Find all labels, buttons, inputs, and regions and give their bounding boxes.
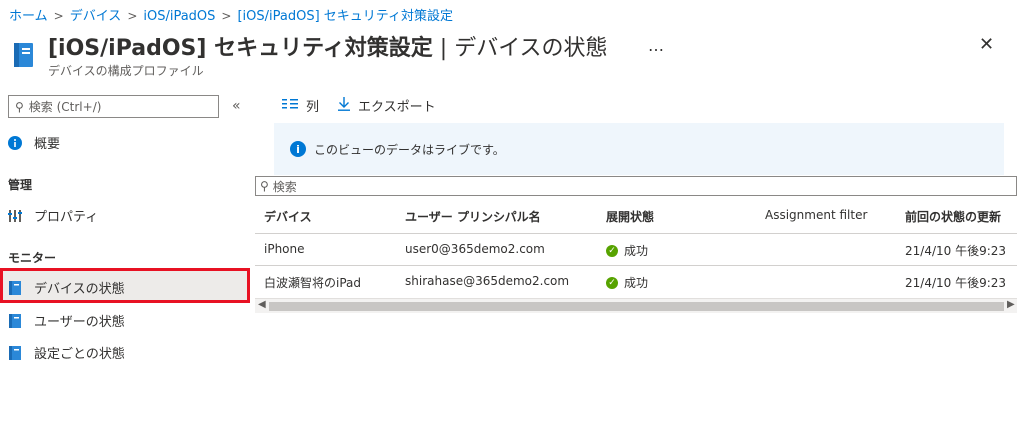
page-title-sub: デバイスの状態 bbox=[454, 36, 608, 61]
book-icon bbox=[8, 313, 22, 328]
export-label: エクスポート bbox=[358, 100, 436, 115]
download-icon bbox=[338, 96, 350, 115]
cell-status: ✓ 成功 bbox=[606, 274, 648, 291]
breadcrumb-profile[interactable]: [iOS/iPadOS] セキュリティ対策設定 bbox=[237, 9, 453, 24]
breadcrumb: ホーム > デバイス > iOS/iPadOS > [iOS/iPadOS] セキュリティ対… bbox=[9, 5, 453, 24]
cell-last-update: 21/4/10 午後9:23 bbox=[905, 244, 1007, 258]
nav-item-per-setting-status[interactable]: 設定ごとの状態 bbox=[8, 343, 125, 362]
page-title: [iOS/iPadOS] セキュリティ対策設定 | デバイスの状態 bbox=[48, 30, 608, 62]
section-label-manage: 管理 bbox=[8, 178, 33, 192]
columns-button[interactable]: 列 bbox=[282, 96, 319, 115]
nav-item-device-status[interactable]: デバイスの状態 bbox=[8, 278, 125, 297]
breadcrumb-devices[interactable]: デバイス bbox=[70, 9, 122, 24]
columns-label: 列 bbox=[306, 100, 320, 115]
nav-item-user-status[interactable]: ユーザーの状態 bbox=[8, 311, 125, 330]
table-row[interactable]: iPhone user0@365demo2.com ✓ 成功 21/4/10 午後… bbox=[255, 233, 1017, 265]
column-header-device[interactable]: デバイス bbox=[264, 208, 312, 225]
more-options-icon[interactable]: … bbox=[648, 36, 665, 55]
page-title-main: [iOS/iPadOS] セキュリティ対策設定 bbox=[48, 36, 433, 61]
collapse-nav-icon[interactable]: « bbox=[232, 98, 241, 114]
column-header-last-update[interactable]: 前回の状態の更新 bbox=[905, 208, 1001, 225]
nav-item-overview[interactable]: 概要 bbox=[8, 133, 60, 152]
chevron-right-icon: > bbox=[53, 9, 64, 23]
status-label: 成功 bbox=[624, 276, 649, 290]
cell-last-update: 21/4/10 午後9:23 bbox=[905, 276, 1007, 290]
info-message: このビューのデータはライブです。 bbox=[314, 142, 505, 157]
status-label: 成功 bbox=[624, 244, 649, 258]
breadcrumb-home[interactable]: ホーム bbox=[9, 9, 48, 24]
chevron-right-icon: > bbox=[127, 9, 138, 23]
scroll-right-icon[interactable]: ▶ bbox=[1007, 299, 1015, 310]
nav-item-label: ユーザーの状態 bbox=[34, 315, 125, 330]
cell-upn: shirahase@365demo2.com bbox=[405, 274, 570, 288]
book-icon bbox=[8, 280, 22, 295]
column-header-upn[interactable]: ユーザー プリンシパル名 bbox=[405, 208, 541, 225]
search-icon: ⚲ bbox=[15, 99, 24, 114]
info-icon: i bbox=[290, 141, 306, 157]
breadcrumb-ios[interactable]: iOS/iPadOS bbox=[143, 9, 215, 24]
grid-header: デバイス ユーザー プリンシパル名 展開状態 Assignment filter… bbox=[255, 200, 1017, 232]
nav-item-label: 設定ごとの状態 bbox=[34, 347, 125, 362]
column-header-assignment-filter[interactable]: Assignment filter bbox=[765, 208, 867, 222]
cell-status: ✓ 成功 bbox=[606, 242, 648, 259]
nav-item-properties[interactable]: プロパティ bbox=[8, 206, 98, 225]
properties-icon bbox=[8, 209, 22, 223]
nav-item-label: デバイスの状態 bbox=[34, 282, 125, 297]
info-banner: i このビューのデータはライブです。 bbox=[274, 123, 1004, 175]
nav-search-placeholder: 検索 (Ctrl+/) bbox=[28, 100, 102, 114]
scrollbar-thumb[interactable] bbox=[269, 302, 1004, 311]
nav-item-label: プロパティ bbox=[34, 210, 99, 225]
info-icon bbox=[8, 135, 22, 150]
page-subtitle: デバイスの構成プロファイル bbox=[48, 64, 204, 78]
cell-device: iPhone bbox=[264, 242, 305, 256]
column-header-status[interactable]: 展開状態 bbox=[606, 208, 654, 225]
grid-search-input[interactable]: ⚲ 検索 bbox=[255, 176, 1017, 196]
nav-search-input[interactable]: ⚲ 検索 (Ctrl+/) bbox=[8, 95, 219, 118]
grid-search-placeholder: 検索 bbox=[272, 179, 297, 194]
cell-upn: user0@365demo2.com bbox=[405, 242, 545, 256]
scroll-left-icon[interactable]: ◀ bbox=[258, 299, 266, 310]
chevron-right-icon: > bbox=[221, 9, 232, 23]
cell-device: 白波瀬智将のiPad bbox=[264, 276, 362, 290]
search-icon: ⚲ bbox=[260, 179, 269, 193]
check-circle-icon: ✓ bbox=[606, 244, 618, 257]
nav-item-label: 概要 bbox=[34, 137, 61, 152]
columns-icon bbox=[282, 98, 298, 114]
table-row[interactable]: 白波瀬智将のiPad shirahase@365demo2.com ✓ 成功 21… bbox=[255, 265, 1017, 297]
book-icon bbox=[8, 345, 22, 360]
profile-book-icon bbox=[12, 42, 36, 68]
check-circle-icon: ✓ bbox=[606, 276, 618, 289]
export-button[interactable]: エクスポート bbox=[338, 96, 436, 115]
horizontal-scrollbar[interactable]: ◀ ▶ bbox=[255, 298, 1017, 313]
page-title-separator: | bbox=[432, 36, 455, 61]
section-label-monitor: モニター bbox=[8, 251, 57, 265]
close-icon[interactable]: ✕ bbox=[979, 34, 994, 55]
